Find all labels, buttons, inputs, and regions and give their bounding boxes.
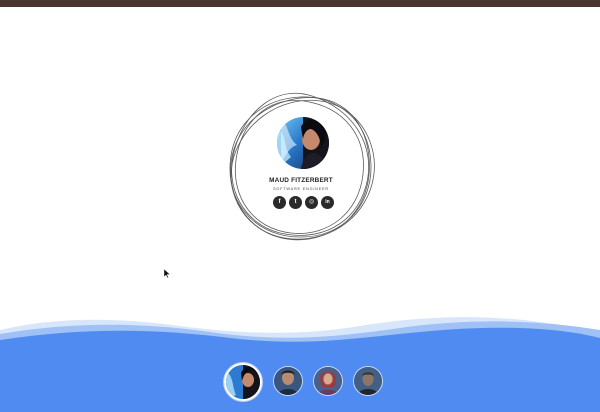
avatar (277, 117, 329, 169)
thumbnail-profile-2[interactable] (273, 366, 303, 396)
twitter-icon[interactable]: t (289, 196, 302, 209)
profile-title: SOFTWARE ENGINEER (273, 187, 329, 191)
thumbnail-profile-4[interactable] (353, 366, 383, 396)
linkedin-icon[interactable]: in (321, 196, 334, 209)
top-bar (0, 0, 600, 7)
profile-thumbnails (0, 363, 600, 406)
facebook-icon[interactable]: f (273, 196, 286, 209)
mouse-cursor-icon (164, 269, 171, 279)
social-links: f t ◎ in (273, 196, 335, 210)
thumbnail-profile-1[interactable] (224, 363, 262, 401)
profile-name: MAUD FITZERBERT (269, 177, 333, 184)
thumbnail-profile-3[interactable] (313, 366, 343, 396)
instagram-icon[interactable]: ◎ (305, 196, 318, 209)
